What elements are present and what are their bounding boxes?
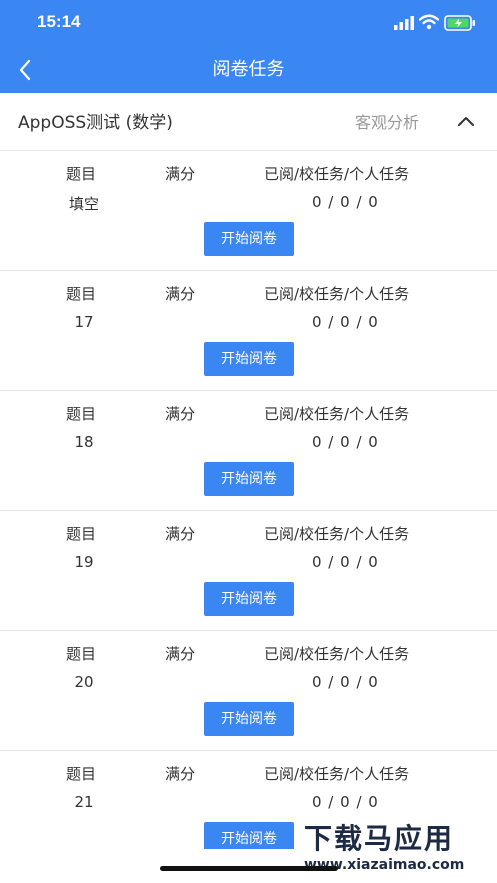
progress-label: 已阅/校任务/个人任务	[264, 405, 410, 423]
question-value: 填空	[68, 195, 99, 213]
progress-label: 已阅/校任务/个人任务	[264, 645, 410, 663]
question-label: 题目	[66, 645, 97, 663]
question-value: 21	[74, 793, 94, 811]
question-value: 17	[74, 313, 94, 331]
question-label: 题目	[66, 765, 97, 783]
task-list[interactable]: 题目 满分 已阅/校任务/个人任务 填空 0 / 0 / 0 开始阅卷 题目 满…	[0, 151, 497, 849]
start-grading-button[interactable]: 开始阅卷	[204, 342, 294, 376]
status-time: 15:14	[37, 12, 81, 31]
question-label: 题目	[66, 405, 97, 423]
task-card: 题目 满分 已阅/校任务/个人任务 18 0 / 0 / 0 开始阅卷	[0, 391, 497, 511]
question-label: 题目	[66, 165, 97, 183]
progress-label: 已阅/校任务/个人任务	[264, 285, 410, 303]
start-grading-button[interactable]: 开始阅卷	[204, 582, 294, 616]
question-label: 题目	[66, 285, 97, 303]
progress-value: 0 / 0 / 0	[312, 793, 379, 811]
header: 15:14 阅卷任务	[0, 0, 497, 93]
status-bar: 15:14	[0, 0, 497, 48]
start-grading-button[interactable]: 开始阅卷	[204, 222, 294, 256]
home-indicator	[160, 866, 338, 871]
battery-icon	[444, 15, 475, 31]
question-label: 题目	[66, 525, 97, 543]
progress-value: 0 / 0 / 0	[312, 673, 379, 691]
question-value: 19	[74, 553, 94, 571]
task-card: 题目 满分 已阅/校任务/个人任务 20 0 / 0 / 0 开始阅卷	[0, 631, 497, 751]
progress-value: 0 / 0 / 0	[312, 433, 379, 451]
question-value: 18	[74, 433, 94, 451]
full-score-label: 满分	[165, 285, 196, 303]
task-card: 题目 满分 已阅/校任务/个人任务 19 0 / 0 / 0 开始阅卷	[0, 511, 497, 631]
progress-label: 已阅/校任务/个人任务	[264, 165, 410, 183]
progress-label: 已阅/校任务/个人任务	[264, 765, 410, 783]
full-score-label: 满分	[165, 165, 196, 183]
full-score-label: 满分	[165, 525, 196, 543]
exam-title: AppOSS测试 (数学)	[18, 113, 173, 133]
start-grading-button[interactable]: 开始阅卷	[204, 462, 294, 496]
progress-value: 0 / 0 / 0	[312, 193, 379, 211]
task-card: 题目 满分 已阅/校任务/个人任务 17 0 / 0 / 0 开始阅卷	[0, 271, 497, 391]
progress-value: 0 / 0 / 0	[312, 553, 379, 571]
chevron-up-icon[interactable]	[455, 111, 477, 131]
start-grading-button[interactable]: 开始阅卷	[204, 702, 294, 736]
progress-value: 0 / 0 / 0	[312, 313, 379, 331]
signal-icon	[394, 16, 414, 30]
objective-analysis-link[interactable]: 客观分析	[355, 109, 419, 133]
watermark-url: www.xiazaimao.com	[304, 857, 465, 873]
exam-section-header: AppOSS测试 (数学) 客观分析	[0, 93, 497, 151]
question-value: 20	[74, 673, 94, 691]
full-score-label: 满分	[165, 405, 196, 423]
progress-label: 已阅/校任务/个人任务	[264, 525, 410, 543]
task-card: 题目 满分 已阅/校任务/个人任务 填空 0 / 0 / 0 开始阅卷	[0, 151, 497, 271]
nav-bar: 阅卷任务	[0, 48, 497, 93]
wifi-icon	[419, 14, 439, 30]
page-title: 阅卷任务	[212, 59, 285, 80]
full-score-label: 满分	[165, 765, 196, 783]
start-grading-button[interactable]: 开始阅卷	[204, 822, 294, 849]
full-score-label: 满分	[165, 645, 196, 663]
watermark-logo: 下载马应用	[304, 822, 455, 855]
